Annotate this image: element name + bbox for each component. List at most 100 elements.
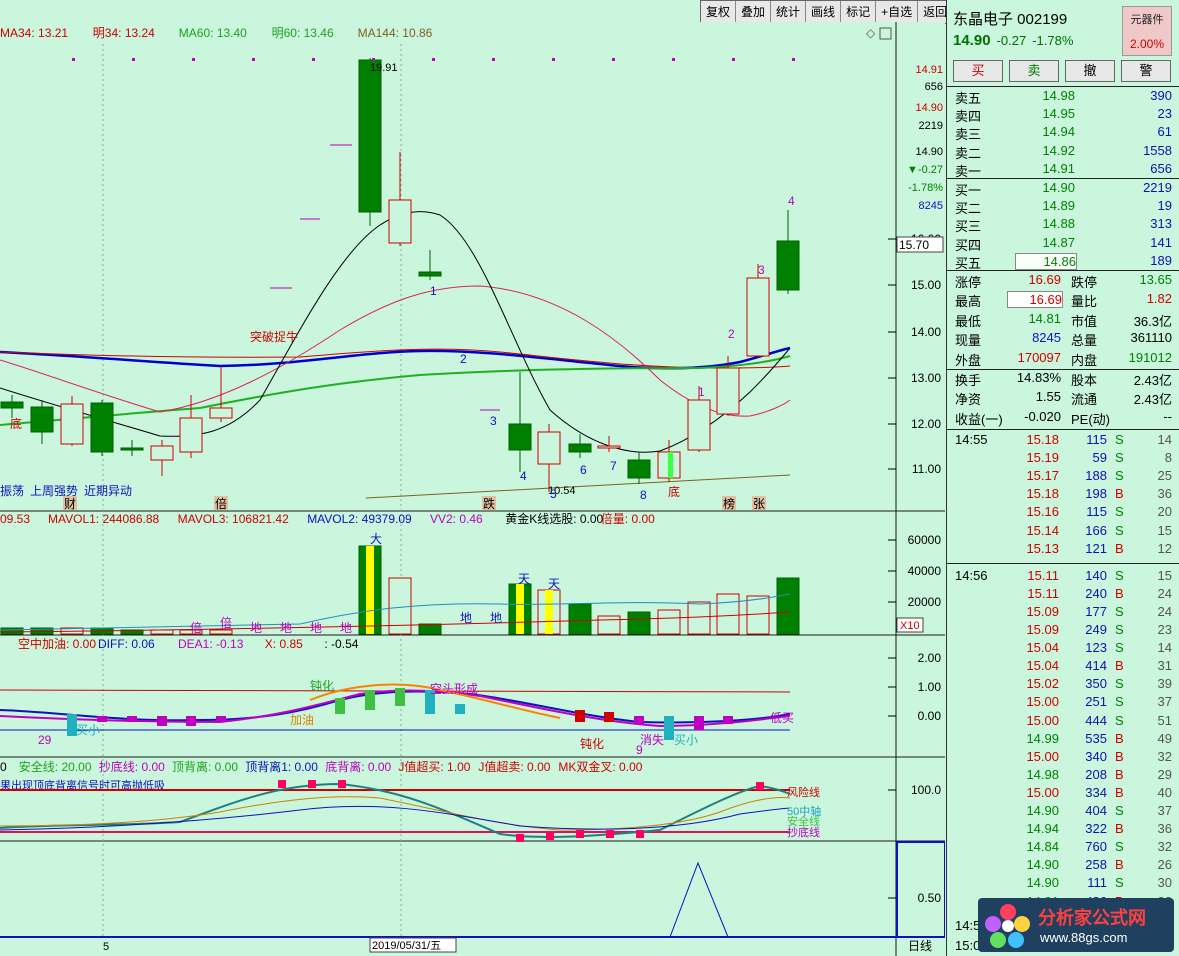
toolbar-button-0[interactable]: 复权	[701, 1, 737, 23]
volume-unit: X10	[900, 620, 920, 632]
tick-row: 15.04 414 B 31	[947, 658, 1179, 675]
wave-number: 2	[460, 352, 467, 366]
trade-button-0[interactable]: 买	[953, 60, 1003, 82]
tick-row: 15.04 123 S 14	[947, 640, 1179, 657]
volume-bar-14	[597, 615, 621, 635]
diamond-icon[interactable]: ◇	[866, 26, 876, 40]
price-tick: 11.00	[912, 462, 941, 476]
tick-side: S	[1115, 640, 1124, 656]
sector-name: 元器件	[1130, 14, 1164, 26]
macd-signal: 钝化	[310, 679, 334, 693]
macd-signal: 买小	[674, 733, 698, 747]
price-change-pct: -1.78%	[1032, 33, 1074, 48]
ask-row[interactable]: 卖一 14.91 656	[947, 161, 1179, 179]
legend-item-2: MAVOL3: 106821.42	[178, 512, 290, 526]
tick-price: 15.19	[1026, 450, 1059, 466]
tick-volume: 334	[1085, 784, 1107, 800]
trade-button-2[interactable]: 撤	[1065, 60, 1115, 82]
ask-row[interactable]: 卖四 14.95 23	[947, 106, 1179, 124]
rise-number: 3	[758, 263, 765, 277]
breakout-signal-label: 突破捉牛	[250, 329, 298, 344]
period-label[interactable]: 日线	[908, 939, 932, 953]
stat-value: 2.43亿	[1133, 373, 1172, 388]
macd-bar-11	[575, 710, 585, 722]
status-tag: 近期异动	[84, 484, 132, 498]
tick-volume: 249	[1085, 622, 1107, 637]
stat-row: 净资 1.55 流通 2.43亿	[947, 389, 1179, 408]
book-volume: 19	[1157, 198, 1172, 214]
event-mark: 榜	[723, 496, 735, 511]
book-label: 卖四	[955, 109, 982, 125]
book-price: 14.95	[1042, 106, 1075, 122]
book-volume: 141	[1150, 234, 1172, 250]
legend-item-3: 顶背离: 0.00	[172, 759, 238, 774]
tick-volume: 322	[1085, 821, 1107, 837]
stock-name: 东晶电子 002199	[953, 11, 1068, 28]
chart-area[interactable]: ◇ MA34: 13.21 明34: 13.24 MA60: 13.40 明60: 1…	[0, 22, 945, 956]
macd-signal: 空头形成	[430, 682, 478, 696]
wave-number: 7	[610, 459, 617, 473]
bid-row[interactable]: 买五 14.86 189	[947, 252, 1179, 271]
tick-price: 15.02	[1026, 676, 1059, 692]
stat-row: 收益(一) -0.020 PE(动) --	[947, 409, 1179, 428]
trade-button-1[interactable]: 卖	[1009, 60, 1059, 82]
wave-number: 4	[520, 469, 527, 483]
stat-key: 最低	[955, 313, 982, 329]
sector-badge[interactable]: 元器件 2.00%	[1122, 6, 1172, 56]
toolbar-button-2[interactable]: 统计	[771, 1, 807, 23]
bid-row[interactable]: 买三 14.88 313	[947, 216, 1179, 234]
stat-key: 总量	[1071, 333, 1098, 349]
stat-key: 市值	[1071, 313, 1098, 329]
toolbar-button-1[interactable]: 叠加	[736, 1, 772, 23]
tick-row: 14.84 760 S 32	[947, 839, 1179, 856]
trade-button-3[interactable]: 警	[1121, 60, 1171, 82]
stat-key: 收益(一)	[955, 411, 1003, 427]
macd-signal: 加油	[290, 713, 314, 727]
ask-row[interactable]: 卖五 14.98 390	[947, 88, 1179, 106]
stat-key: 最高	[955, 294, 982, 310]
book-label: 买三	[955, 219, 982, 235]
bid-row[interactable]: 买一 14.90 2219	[947, 180, 1179, 198]
kdj-mark-2	[338, 780, 346, 788]
bid-row[interactable]: 买四 14.87 141	[947, 235, 1179, 253]
tick-side: S	[1115, 694, 1124, 710]
ask-row[interactable]: 卖三 14.94 61	[947, 124, 1179, 142]
tick-count: 36	[1157, 821, 1172, 837]
volume-signal: 地	[340, 621, 352, 635]
ma-legend: MA34: 13.21 明34: 13.24 MA60: 13.40 明60: 13.…	[0, 26, 433, 40]
tick-side: B	[1115, 540, 1124, 556]
macd-signal: 低买	[770, 711, 794, 725]
legend-item-3: 明60: 13.46	[272, 26, 334, 40]
bid-row[interactable]: 买二 14.89 19	[947, 198, 1179, 216]
candle-body-11	[508, 423, 532, 451]
ask-row[interactable]: 卖二 14.92 1558	[947, 143, 1179, 161]
stat-row: 换手 14.83% 股本 2.43亿	[947, 370, 1179, 389]
price-tag: 2219	[919, 120, 943, 132]
candle-body-18	[716, 367, 740, 415]
tick-count: 24	[1157, 585, 1172, 601]
toolbar-button-4[interactable]: 标记	[841, 1, 877, 23]
book-label: 买五	[955, 255, 982, 271]
tick-side: S	[1115, 839, 1124, 855]
bottom-signal-left: 底	[10, 416, 22, 431]
stat-row: 最高 16.69 量比 1.82	[947, 291, 1179, 310]
toolbar-button-3[interactable]: 画线	[806, 1, 842, 23]
volume-signal: 天	[518, 572, 530, 586]
macd-bar-5	[216, 716, 226, 722]
tick-count: 12	[1157, 540, 1172, 556]
status-tag: 上周强势	[30, 484, 78, 498]
tick-row: 15.17 188 S 25	[947, 468, 1179, 485]
legend-item-1: 安全线: 20.00	[19, 759, 92, 774]
candle-body-6	[179, 417, 203, 453]
volume-signal: 倍	[190, 620, 202, 635]
volume-signal: 天	[548, 577, 560, 591]
cursor-price: 15.70	[899, 238, 929, 252]
macd-signal: 消失	[640, 732, 664, 747]
toolbar-button-5[interactable]: +自选	[876, 1, 919, 23]
tick-row: 15.02 350 S 39	[947, 676, 1179, 693]
legend-item-3: MAVOL2: 49379.09	[307, 512, 412, 526]
legend-item-3: X: 0.85	[265, 637, 303, 651]
book-price: 14.91	[1042, 160, 1075, 176]
tick-row: 15.09 249 S 23	[947, 622, 1179, 639]
legend-item-0: MA34: 13.21	[0, 26, 68, 40]
